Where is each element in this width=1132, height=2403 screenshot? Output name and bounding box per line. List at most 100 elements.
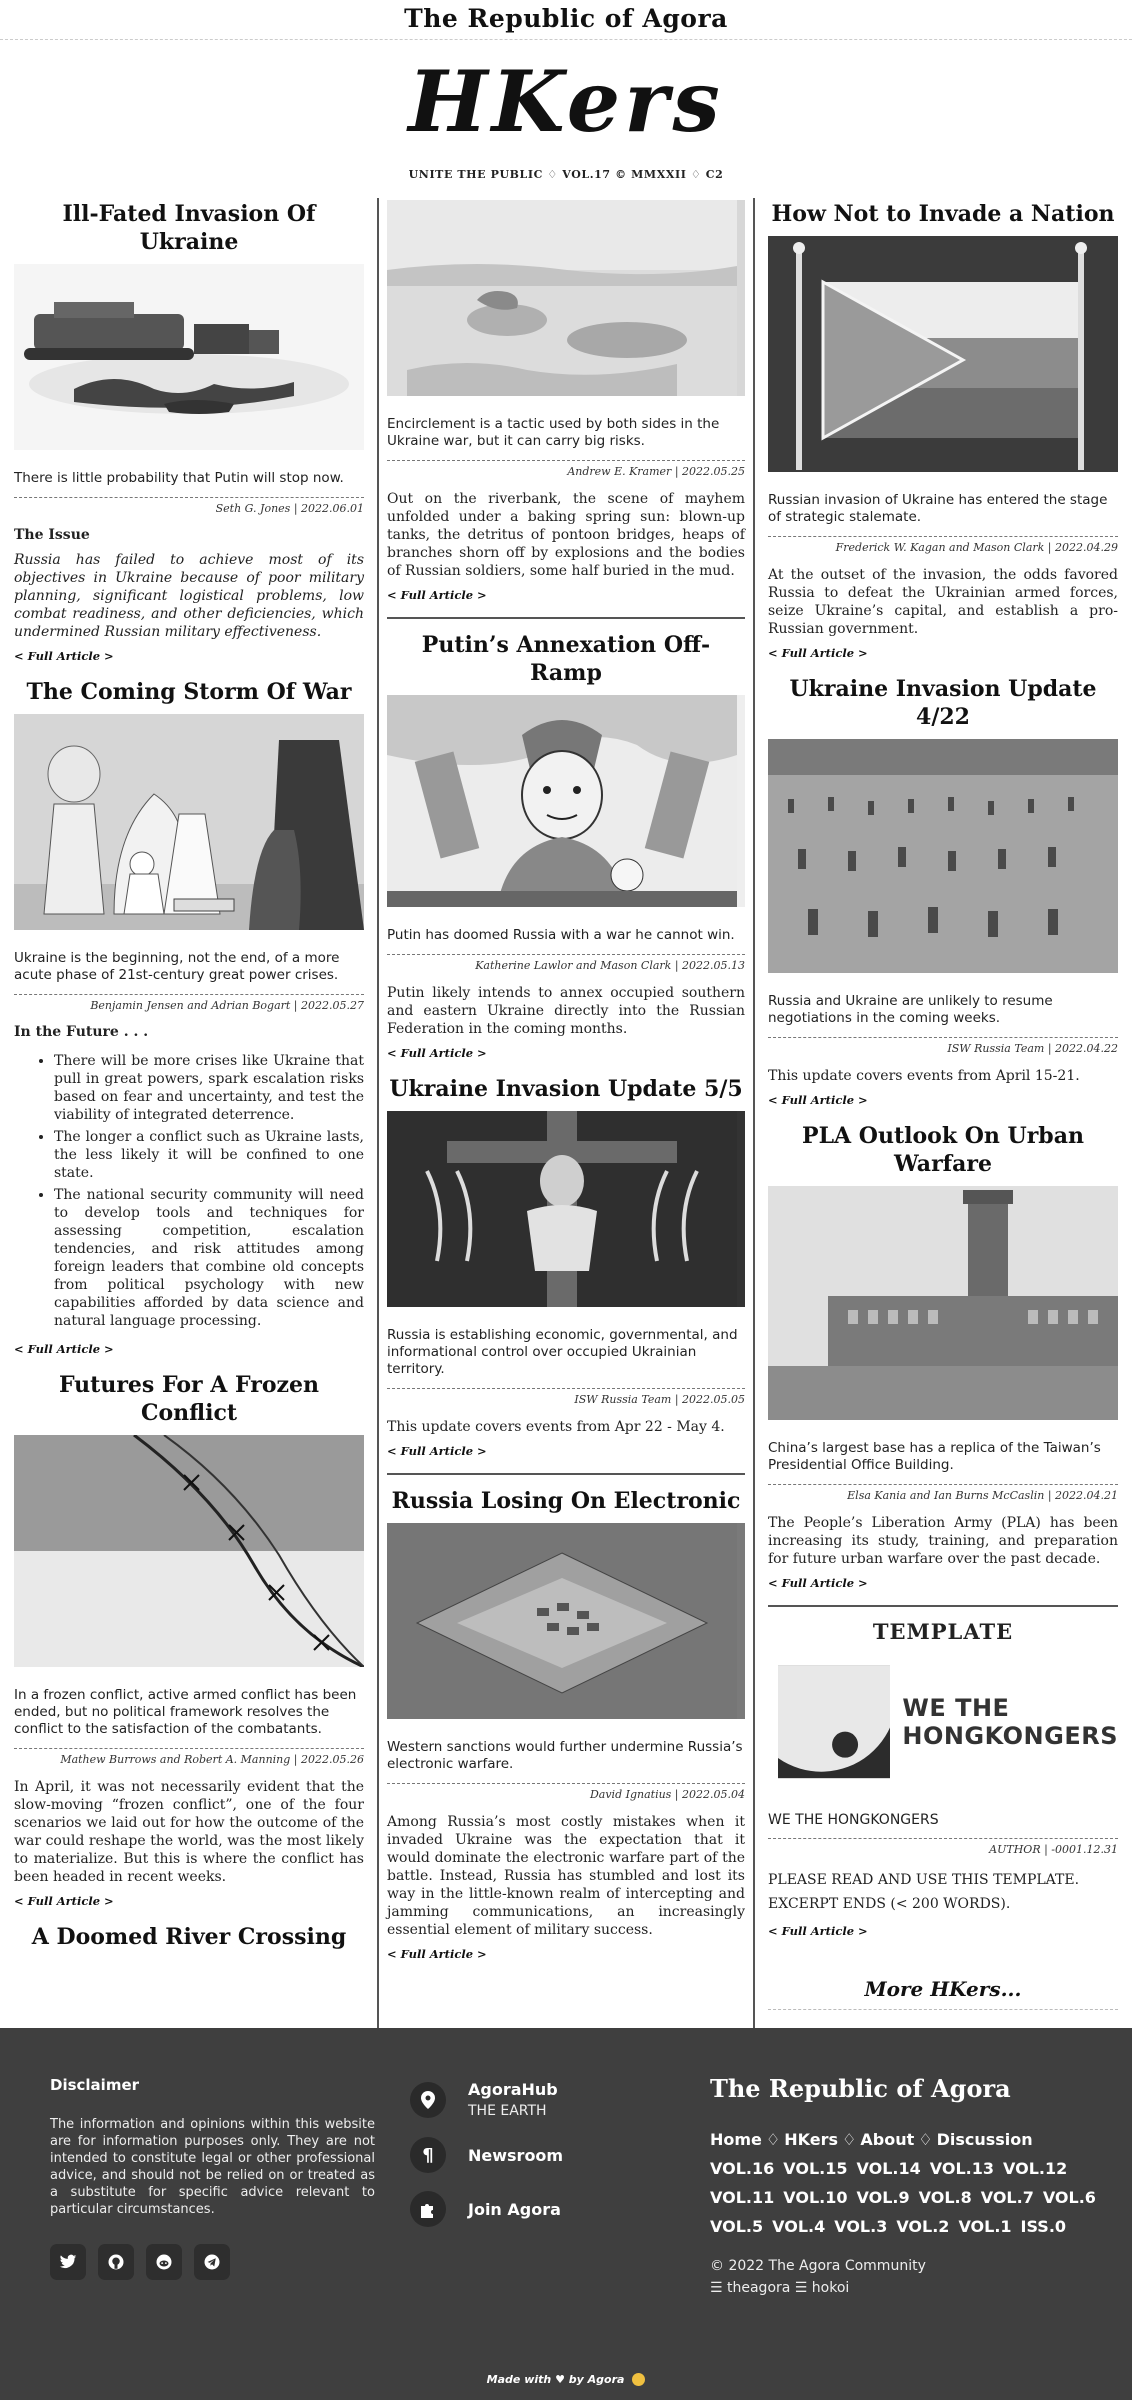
crucifix-artwork-image[interactable] bbox=[387, 1111, 745, 1307]
disclaimer-text: The information and opinions within this… bbox=[50, 2117, 375, 2217]
volume-link[interactable]: VOL.16 bbox=[710, 2159, 774, 2178]
volume-link[interactable]: VOL.7 bbox=[981, 2188, 1034, 2207]
volume-link[interactable]: VOL.5 bbox=[710, 2217, 763, 2236]
article-excerpt: Russia has failed to achieve most of its… bbox=[14, 552, 364, 640]
copyright: © 2022 The Agora Community ☰ theagora ☰ … bbox=[710, 2255, 1110, 2299]
article-description: In a frozen conflict, active armed confl… bbox=[14, 1687, 357, 1737]
article-card: A Doomed River Crossing bbox=[14, 1923, 364, 1951]
logo-text[interactable]: HKers bbox=[408, 52, 724, 151]
article-card: How Not to Invade a Nation Russian invas… bbox=[768, 200, 1118, 661]
article-title[interactable]: Ill-Fated Invasion Of Ukraine bbox=[14, 200, 364, 256]
twitter-icon[interactable] bbox=[50, 2244, 86, 2280]
full-article-link[interactable]: < Full Article > bbox=[387, 588, 487, 602]
article-description: There is little probability that Putin w… bbox=[14, 470, 344, 486]
article-byline: AUTHOR | -0001.12.31 bbox=[768, 1838, 1118, 1856]
footer-brand[interactable]: The Republic of Agora bbox=[710, 2074, 1110, 2103]
full-article-link[interactable]: < Full Article > bbox=[387, 1444, 487, 1458]
article-excerpt: In April, it was not necessarily evident… bbox=[14, 1779, 364, 1885]
divider bbox=[387, 1473, 745, 1475]
heart-icon: ♥ bbox=[555, 2372, 565, 2386]
flag-image[interactable] bbox=[768, 236, 1118, 472]
location-pin-icon bbox=[410, 2081, 446, 2118]
volume-link[interactable]: VOL.15 bbox=[783, 2159, 847, 2178]
article-byline: David Ignatius | 2022.05.04 bbox=[387, 1783, 745, 1801]
agorahub-link[interactable]: AgoraHub THE EARTH bbox=[410, 2080, 660, 2119]
chess-pieces-image[interactable] bbox=[14, 714, 364, 930]
hongkongers-logo-text: WE THE HONGKONGERS bbox=[902, 1694, 1118, 1750]
list-item: The longer a conflict such as Ukraine la… bbox=[54, 1128, 364, 1182]
full-article-link[interactable]: < Full Article > bbox=[768, 1924, 868, 1938]
tagline: UNITE THE PUBLIC ♢ VOL.17 © MMXXII ♢ C2 bbox=[408, 168, 724, 181]
volume-link[interactable]: VOL.6 bbox=[1043, 2188, 1096, 2207]
members-links[interactable]: ☰ theagora ☰ hokoi bbox=[710, 2277, 1110, 2299]
article-card: Putin’s Annexation Off-Ramp Putin has do… bbox=[387, 631, 745, 1061]
full-article-link[interactable]: < Full Article > bbox=[14, 1894, 114, 1908]
volume-link[interactable]: VOL.8 bbox=[919, 2188, 972, 2207]
site-title[interactable]: The Republic of Agora bbox=[404, 0, 728, 38]
disclaimer-section: Disclaimer The information and opinions … bbox=[50, 2076, 375, 2280]
newsroom-label: Newsroom bbox=[468, 2145, 564, 2165]
presidential-building-image[interactable] bbox=[768, 1186, 1118, 1420]
sun-icon bbox=[632, 2373, 646, 2386]
hongkongers-logo[interactable]: WE THE HONGKONGERS bbox=[778, 1654, 1118, 1790]
article-description: China’s largest base has a replica of th… bbox=[768, 1440, 1101, 1473]
barbed-wire-flag-image[interactable] bbox=[14, 1435, 364, 1667]
puzzle-icon bbox=[410, 2191, 446, 2227]
microchip-image[interactable] bbox=[387, 1523, 745, 1719]
template-title[interactable]: TEMPLATE bbox=[768, 1619, 1118, 1644]
volume-link[interactable]: VOL.11 bbox=[710, 2188, 774, 2207]
full-article-link[interactable]: < Full Article > bbox=[768, 1576, 868, 1590]
article-title[interactable]: PLA Outlook On Urban Warfare bbox=[768, 1122, 1118, 1178]
volume-link[interactable]: VOL.9 bbox=[857, 2188, 910, 2207]
article-title[interactable]: Putin’s Annexation Off-Ramp bbox=[387, 631, 745, 687]
footer-navigation: The Republic of Agora Home ♢ HKers ♢ About ♢ D… bbox=[710, 2074, 1110, 2299]
join-agora-label: Join Agora bbox=[468, 2199, 561, 2219]
article-card: Ukraine Invasion Update 5/5 Russia is es… bbox=[387, 1075, 745, 1459]
article-title[interactable]: Futures For A Frozen Conflict bbox=[14, 1371, 364, 1427]
join-agora-link[interactable]: Join Agora bbox=[410, 2191, 660, 2227]
middle-column: Encirclement is a tactic used by both si… bbox=[377, 198, 755, 2028]
full-article-link[interactable]: < Full Article > bbox=[14, 649, 114, 663]
nav-discussion[interactable]: Discussion bbox=[937, 2130, 1033, 2149]
volume-link[interactable]: VOL.14 bbox=[857, 2159, 921, 2178]
cemetery-image[interactable] bbox=[768, 739, 1118, 973]
volume-link[interactable]: VOL.10 bbox=[783, 2188, 847, 2207]
volume-link[interactable]: ISS.0 bbox=[1021, 2217, 1067, 2236]
nav-hkers[interactable]: HKers bbox=[784, 2130, 838, 2149]
volume-link[interactable]: VOL.4 bbox=[772, 2217, 825, 2236]
volume-link[interactable]: VOL.3 bbox=[834, 2217, 887, 2236]
reddit-icon[interactable] bbox=[146, 2244, 182, 2280]
more-hkers-link[interactable]: More HKers... bbox=[768, 1953, 1118, 2010]
article-title[interactable]: How Not to Invade a Nation bbox=[768, 200, 1118, 228]
made-with-text: Made with bbox=[486, 2372, 552, 2386]
nav-about[interactable]: About bbox=[860, 2130, 914, 2149]
article-title[interactable]: Russia Losing On Electronic bbox=[387, 1487, 745, 1515]
riverbank-image[interactable] bbox=[387, 200, 745, 396]
article-title[interactable]: The Coming Storm Of War bbox=[14, 678, 364, 706]
volume-link[interactable]: VOL.2 bbox=[896, 2217, 949, 2236]
article-card: Ill-Fated Invasion Of Ukraine There is l… bbox=[14, 200, 364, 664]
putin-caricature-image[interactable] bbox=[387, 695, 745, 907]
github-icon[interactable] bbox=[98, 2244, 134, 2280]
article-title[interactable]: A Doomed River Crossing bbox=[14, 1923, 364, 1951]
volume-link[interactable]: VOL.12 bbox=[1003, 2159, 1067, 2178]
full-article-link[interactable]: < Full Article > bbox=[387, 1947, 487, 1961]
tank-in-snow-image[interactable] bbox=[14, 264, 364, 450]
footer-links: AgoraHub THE EARTH ¶ Newsroom Join Agora bbox=[410, 2080, 660, 2245]
nav-home[interactable]: Home bbox=[710, 2130, 762, 2149]
full-article-link[interactable]: < Full Article > bbox=[14, 1342, 114, 1356]
made-with-credit: Made with ♥ by Agora bbox=[0, 2372, 1132, 2386]
newsroom-link[interactable]: ¶ Newsroom bbox=[410, 2137, 660, 2173]
article-columns: Ill-Fated Invasion Of Ukraine There is l… bbox=[0, 198, 1132, 2028]
full-article-link[interactable]: < Full Article > bbox=[387, 1046, 487, 1060]
volume-link[interactable]: VOL.13 bbox=[930, 2159, 994, 2178]
article-card: Encirclement is a tactic used by both si… bbox=[387, 200, 745, 603]
full-article-link[interactable]: < Full Article > bbox=[768, 646, 868, 660]
volume-link[interactable]: VOL.1 bbox=[958, 2217, 1011, 2236]
article-title[interactable]: Ukraine Invasion Update 5/5 bbox=[387, 1075, 745, 1103]
full-article-link[interactable]: < Full Article > bbox=[768, 1093, 868, 1107]
article-description: Putin has doomed Russia with a war he ca… bbox=[387, 927, 735, 943]
article-excerpt: Among Russia’s most costly mistakes when… bbox=[387, 1814, 745, 1938]
telegram-icon[interactable] bbox=[194, 2244, 230, 2280]
article-title[interactable]: Ukraine Invasion Update 4/22 bbox=[768, 675, 1118, 731]
